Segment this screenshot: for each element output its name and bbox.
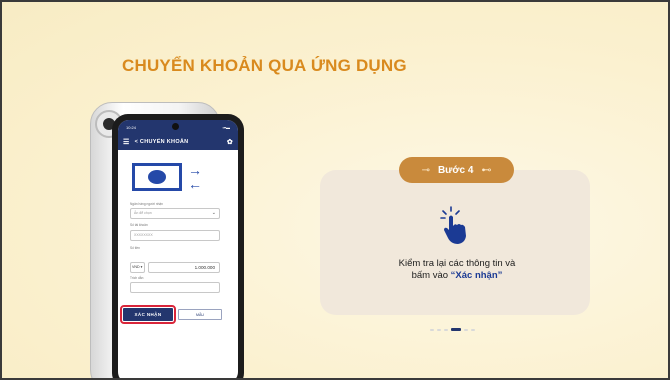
account-input[interactable]: XXXXXXXX — [130, 230, 220, 241]
step-description: Kiểm tra lại các thông tin và bấm vào “X… — [342, 258, 572, 282]
transfer-arrows-icon: → ← — [188, 162, 202, 192]
pager-dot[interactable] — [444, 328, 448, 331]
desc-line-1: Kiểm tra lại các thông tin và — [398, 258, 516, 269]
gear-icon[interactable]: ✿ — [227, 138, 233, 146]
status-icons: ▪▾▬ — [222, 124, 230, 130]
pager-dot[interactable] — [464, 328, 468, 331]
bank-select-value: Ấn để chọn — [134, 211, 152, 215]
pager-dot[interactable] — [437, 328, 441, 331]
tap-hand-icon — [440, 206, 466, 244]
desc-line-2: bấm vào “Xác nhận” — [342, 270, 572, 282]
bank-label: Ngân hàng người nhận — [130, 202, 163, 206]
note-label: Trích dẫn — [130, 276, 144, 280]
step-badge: ⊸ Bước 4 ⊷ — [399, 157, 514, 183]
confirm-button[interactable]: XÁC NHẬN — [120, 305, 176, 324]
account-label: Số tài khoản — [130, 223, 148, 227]
pager-dot[interactable] — [451, 328, 461, 331]
app-header-title[interactable]: < CHUYỂN KHOẢN — [135, 139, 189, 145]
note-input[interactable] — [130, 282, 220, 293]
transfer-illustration: → ← — [132, 163, 214, 195]
phone-mockup: 10:24 ▪▾▬ ☰ < CHUYỂN KHOẢN ✿ → ← Ngân hàn… — [112, 114, 244, 378]
front-camera-icon — [172, 123, 179, 130]
banknote-icon — [132, 163, 182, 191]
currency-select[interactable]: VND ▾ — [130, 262, 145, 273]
pager-dot[interactable] — [430, 328, 434, 331]
step-label: Bước 4 — [437, 164, 474, 176]
template-button[interactable]: MẪU — [178, 309, 222, 320]
phone-screen: 10:24 ▪▾▬ ☰ < CHUYỂN KHOẢN ✿ → ← Ngân hàn… — [118, 120, 238, 378]
confirm-highlight: “Xác nhận” — [450, 270, 503, 281]
pager-dot[interactable] — [471, 328, 475, 331]
ornament-right-icon: ⊷ — [481, 164, 492, 176]
amount-label: Số tiền — [130, 246, 140, 250]
ornament-left-icon: ⊸ — [421, 164, 430, 176]
desc-prefix: bấm vào — [411, 270, 451, 281]
pager-dots — [430, 328, 475, 331]
bank-select[interactable]: Ấn để chọn ⌄ — [130, 208, 220, 219]
status-time: 10:24 — [126, 124, 137, 130]
chevron-down-icon: ⌄ — [211, 210, 216, 216]
slide-frame: CHUYỂN KHOẢN QUA ỨNG DỤNG 10:24 ▪▾▬ ☰ < … — [0, 0, 670, 380]
slide-title: CHUYỂN KHOẢN QUA ỨNG DỤNG — [122, 56, 407, 75]
amount-row: VND ▾ 1.000.000 — [130, 262, 220, 273]
menu-icon[interactable]: ☰ — [123, 138, 130, 146]
amount-input[interactable]: 1.000.000 — [148, 262, 220, 273]
app-header: ☰ < CHUYỂN KHOẢN ✿ — [118, 134, 238, 150]
